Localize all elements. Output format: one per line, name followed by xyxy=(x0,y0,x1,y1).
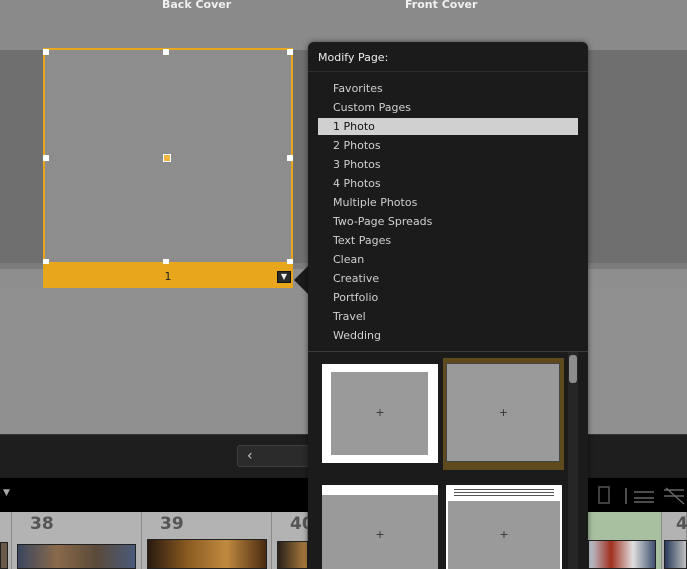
menu-item-two-page-spreads[interactable]: Two-Page Spreads xyxy=(318,213,578,230)
menu-item-creative[interactable]: Creative xyxy=(318,270,578,287)
previous-page-button[interactable]: ‹ xyxy=(237,445,309,467)
menu-item-travel[interactable]: Travel xyxy=(318,308,578,325)
filmstrip-cell[interactable]: 38 xyxy=(12,512,142,569)
front-cover-label: Front Cover xyxy=(405,0,478,11)
menu-item-favorites[interactable]: Favorites xyxy=(318,80,578,97)
divider xyxy=(308,71,588,72)
photo-thumbnail xyxy=(588,540,656,569)
menu-item-portfolio[interactable]: Portfolio xyxy=(318,289,578,306)
chevron-down-icon: ▼ xyxy=(280,272,288,281)
template-thumbnail-selected[interactable]: + xyxy=(443,358,564,470)
resize-handle[interactable] xyxy=(43,49,49,55)
popup-pointer xyxy=(294,266,308,294)
film-number: 38 xyxy=(30,514,54,534)
plus-icon: + xyxy=(498,406,509,419)
popup-title: Modify Page: xyxy=(318,51,389,64)
filmstrip-cell[interactable]: 40 xyxy=(272,512,314,569)
filmstrip-tools xyxy=(598,486,685,505)
filmstrip-cell[interactable] xyxy=(588,512,662,569)
caret-down-icon[interactable]: ▼ xyxy=(3,488,10,498)
photo-thumbnail xyxy=(664,540,687,569)
menu-item-1-photo[interactable]: 1 Photo xyxy=(318,118,578,135)
menu-item-multiple-photos[interactable]: Multiple Photos xyxy=(318,194,578,211)
layout-icon[interactable] xyxy=(598,486,610,504)
filmstrip-cell[interactable] xyxy=(0,512,12,569)
page-number: 1 xyxy=(164,270,172,283)
menu-item-3-photos[interactable]: 3 Photos xyxy=(318,156,578,173)
resize-handle[interactable] xyxy=(287,49,293,55)
template-thumbnail[interactable]: + xyxy=(322,485,438,569)
resize-handle[interactable] xyxy=(287,155,293,161)
menu-item-wedding[interactable]: Wedding xyxy=(318,327,578,344)
menu-item-clean[interactable]: Clean xyxy=(318,251,578,268)
plus-icon: + xyxy=(375,406,385,419)
resize-handle[interactable] xyxy=(163,49,169,55)
photo-thumbnail xyxy=(17,544,136,569)
template-thumbnail[interactable]: + xyxy=(446,485,562,569)
filter-off-icon[interactable] xyxy=(664,487,685,505)
chevron-left-icon: ‹ xyxy=(247,448,253,464)
menu-item-text-pages[interactable]: Text Pages xyxy=(318,232,578,249)
film-number: 4 xyxy=(676,514,687,534)
filmstrip-cell[interactable]: 4 xyxy=(662,512,687,569)
plus-icon: + xyxy=(499,528,509,541)
modify-page-button[interactable]: ▼ xyxy=(277,271,291,283)
photo-thumbnail xyxy=(0,542,8,569)
menu-item-4-photos[interactable]: 4 Photos xyxy=(318,175,578,192)
template-thumbnail[interactable]: + xyxy=(322,364,438,463)
sliders-icon[interactable] xyxy=(625,488,654,504)
scrollbar-thumb[interactable] xyxy=(569,355,577,383)
back-cover-label: Back Cover xyxy=(162,0,232,11)
menu-item-custom-pages[interactable]: Custom Pages xyxy=(318,99,578,116)
center-handle[interactable] xyxy=(163,154,171,162)
menu-item-2-photos[interactable]: 2 Photos xyxy=(318,137,578,154)
film-number: 39 xyxy=(160,514,184,534)
filmstrip-cell[interactable]: 39 xyxy=(142,512,272,569)
resize-handle[interactable] xyxy=(43,155,49,161)
photo-thumbnail xyxy=(147,539,267,569)
divider xyxy=(308,351,588,352)
scrollbar-track[interactable] xyxy=(568,352,578,569)
plus-icon: + xyxy=(375,528,385,541)
page-number-bar: 1 xyxy=(43,264,293,288)
photo-thumbnail xyxy=(277,541,308,569)
